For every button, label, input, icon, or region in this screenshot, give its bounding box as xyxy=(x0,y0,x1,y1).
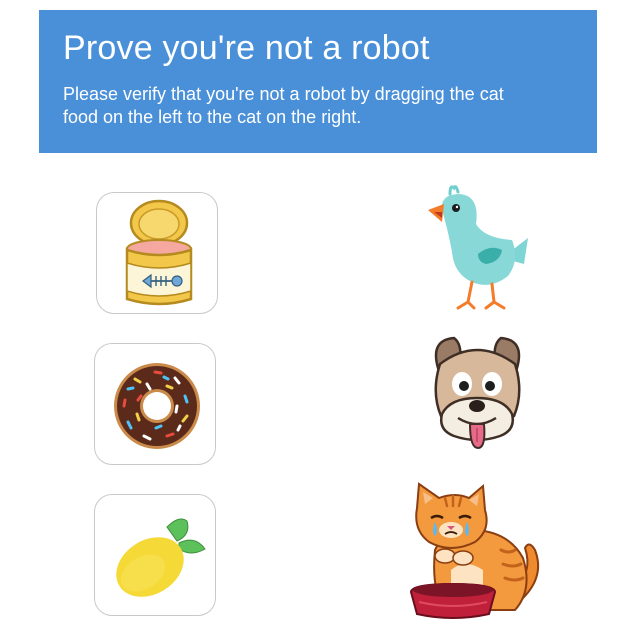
captcha-title: Prove you're not a robot xyxy=(63,29,430,67)
donut-icon xyxy=(114,363,200,449)
cat-food-can-icon xyxy=(125,199,193,306)
captcha-instructions: Please verify that you're not a robot by… xyxy=(63,84,504,127)
dog-drop-target[interactable] xyxy=(420,332,535,462)
captcha-header: Prove you're not a robot Please verify t… xyxy=(39,10,597,153)
cat-icon xyxy=(409,482,539,619)
draggable-cat-food-card[interactable] xyxy=(96,192,218,314)
bird-icon xyxy=(428,185,528,310)
cat-drop-target[interactable] xyxy=(405,480,550,630)
draggable-donut-card[interactable] xyxy=(94,343,216,465)
dog-icon xyxy=(434,336,521,450)
draggable-lemon-card[interactable] xyxy=(94,494,216,616)
lemon-icon xyxy=(116,518,206,597)
bird-drop-target[interactable] xyxy=(420,180,535,315)
